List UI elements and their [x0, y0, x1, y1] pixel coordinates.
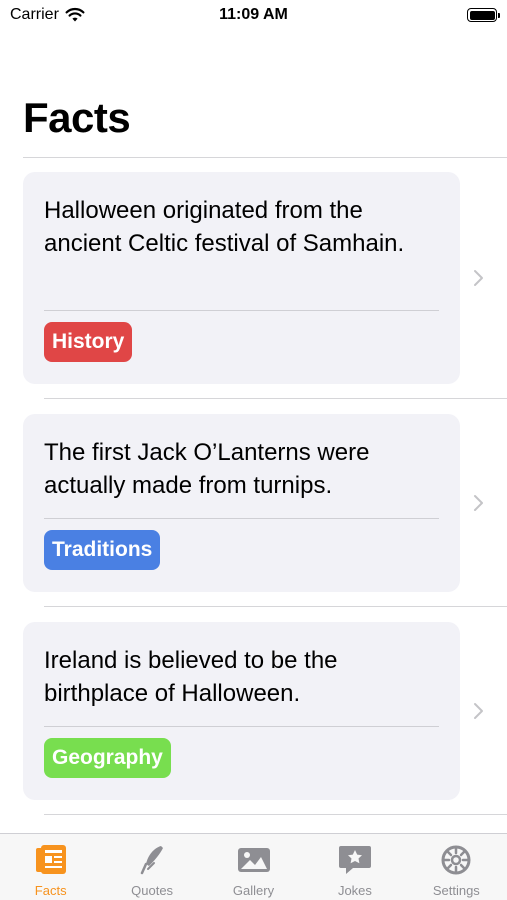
fact-row[interactable]: Ireland is believed to be the birthplace…: [0, 622, 507, 815]
chevron-right-icon: [474, 703, 483, 719]
category-tag: Traditions: [44, 530, 161, 570]
tab-gallery[interactable]: Gallery: [203, 834, 304, 900]
fact-text: Halloween originated from the ancient Ce…: [44, 197, 405, 257]
clock: 11:09 AM: [219, 6, 288, 23]
newspaper-icon: [35, 845, 66, 874]
row-divider: [44, 398, 507, 399]
photo-icon: [237, 848, 270, 872]
tab-label: Gallery: [232, 883, 275, 898]
quill-pen-icon: [140, 846, 164, 875]
fact-card[interactable]: Ireland is believed to be the birthplace…: [23, 622, 460, 800]
tab-label: Jokes: [337, 883, 372, 898]
battery-icon: [467, 8, 500, 22]
gear-icon: [441, 845, 471, 875]
tab-label: Facts: [34, 883, 67, 898]
card-divider: [44, 310, 439, 311]
title-divider: [23, 157, 507, 158]
fact-row[interactable]: The first Jack O’Lanterns were actually …: [0, 414, 507, 607]
card-divider: [44, 518, 439, 519]
card-divider: [44, 726, 439, 727]
fact-text: Ireland is believed to be the birthplace…: [44, 647, 338, 707]
tab-settings[interactable]: Settings: [406, 834, 507, 900]
row-divider: [44, 606, 507, 607]
tab-label: Quotes: [131, 883, 174, 898]
tab-bar: Facts Quotes Gallery Jokes Settings: [0, 833, 507, 900]
category-tag: Geography: [44, 738, 171, 778]
fact-row[interactable]: Halloween originated from the ancient Ce…: [0, 172, 507, 399]
tab-jokes[interactable]: Jokes: [304, 834, 405, 900]
chevron-right-icon: [474, 270, 483, 286]
page-title: Facts: [23, 94, 131, 141]
fact-card[interactable]: The first Jack O’Lanterns were actually …: [23, 414, 460, 592]
fact-text: The first Jack O’Lanterns were actually …: [44, 439, 370, 499]
row-divider: [44, 814, 507, 815]
chevron-right-icon: [474, 495, 483, 511]
tab-facts[interactable]: Facts: [0, 834, 101, 900]
status-bar: Carrier 11:09 AM: [0, 0, 507, 32]
star-bubble-icon: [338, 846, 371, 874]
fact-card[interactable]: Halloween originated from the ancient Ce…: [23, 172, 460, 384]
tab-quotes[interactable]: Quotes: [101, 834, 202, 900]
category-tag: History: [44, 322, 133, 362]
tab-label: Settings: [432, 883, 480, 898]
